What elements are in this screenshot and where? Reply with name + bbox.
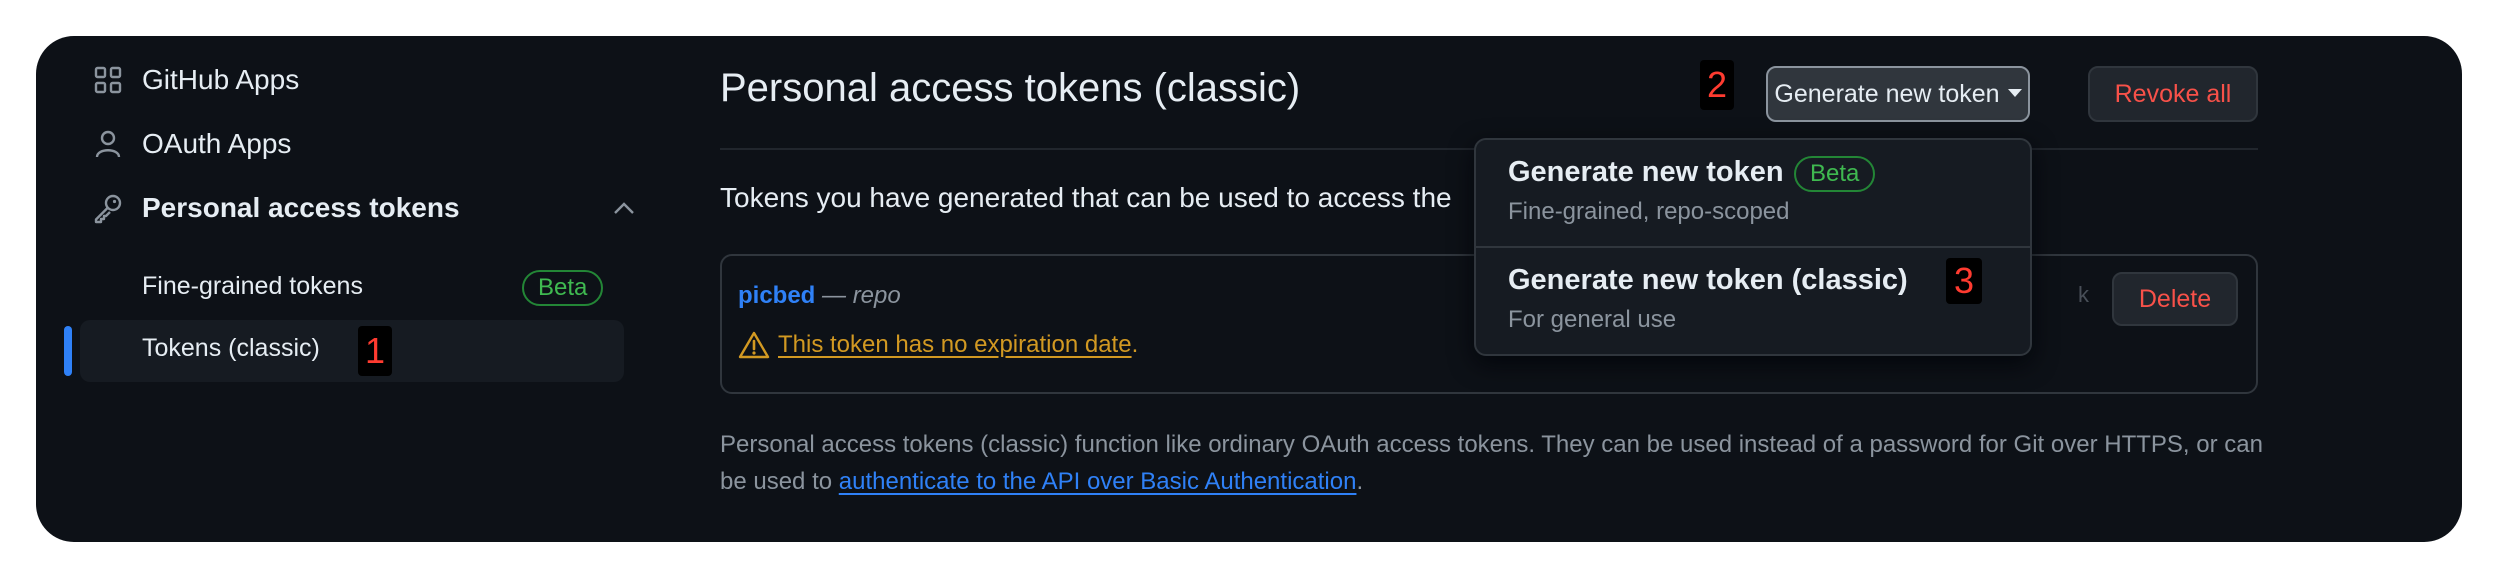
generate-button-label: Generate new token (1774, 80, 2000, 108)
beta-badge: Beta (522, 270, 604, 306)
sidebar-subitem-fine-grained-tokens[interactable]: Fine-grained tokens Beta (80, 258, 624, 320)
key-icon (94, 194, 122, 224)
sidebar-item-personal-access-tokens[interactable]: Personal access tokens (92, 182, 652, 236)
active-indicator (64, 326, 72, 376)
sidebar-item-oauth-apps[interactable]: OAuth Apps (92, 118, 632, 172)
token-name-line: picbed — repo (738, 282, 901, 310)
token-scope: repo (852, 282, 901, 309)
footer-description: Personal access tokens (classic) functio… (720, 426, 2280, 500)
sidebar-item-github-apps[interactable]: GitHub Apps (92, 54, 632, 108)
warning-period: . (1131, 331, 1139, 358)
token-separator: — (815, 282, 853, 309)
dropdown-item-classic[interactable]: Generate new token (classic) For general… (1476, 246, 2030, 352)
sidebar-subitem-label: Tokens (classic) (142, 334, 320, 362)
step-annotation-2: 2 (1700, 60, 1734, 110)
page-title: Personal access tokens (classic) (720, 66, 1301, 110)
basic-auth-link[interactable]: authenticate to the API over Basic Authe… (839, 468, 1357, 495)
chevron-up-icon[interactable] (612, 198, 636, 218)
sidebar-item-label: OAuth Apps (142, 128, 292, 159)
settings-window: GitHub Apps OAuth Apps Personal access t… (36, 36, 2462, 542)
person-icon (95, 130, 121, 158)
revoke-all-button[interactable]: Revoke all (2088, 66, 2258, 122)
dropdown-item-title: Generate new token (1508, 156, 1784, 188)
dropdown-item-subtitle: Fine-grained, repo-scoped (1508, 198, 1790, 225)
expiration-warning-link[interactable]: This token has no expiration date (778, 331, 1132, 359)
step-annotation-3: 3 (1946, 258, 1982, 304)
beta-badge: Beta (1794, 156, 1876, 192)
partially-hidden-text: k (2078, 282, 2089, 307)
step-annotation-1: 1 (358, 326, 392, 376)
sidebar-item-label: Personal access tokens (142, 192, 460, 223)
dropdown-item-subtitle: For general use (1508, 306, 1677, 333)
tokens-description: Tokens you have generated that can be us… (720, 182, 1452, 213)
generate-token-dropdown: Generate new token Beta Fine-grained, re… (1474, 138, 2032, 356)
caret-down-icon (2007, 89, 2022, 98)
sidebar-subitem-tokens-classic[interactable]: Tokens (classic) (80, 320, 624, 382)
token-name-link[interactable]: picbed (738, 282, 815, 309)
delete-token-button[interactable]: Delete (2112, 272, 2238, 326)
sidebar-subitem-label: Fine-grained tokens (142, 272, 363, 300)
dropdown-item-fine-grained[interactable]: Generate new token Beta Fine-grained, re… (1476, 140, 2030, 246)
alert-icon (738, 331, 770, 359)
footer-period: . (1356, 468, 1364, 495)
token-warning: This token has no expiration date. (738, 330, 1138, 360)
apps-grid-icon (94, 66, 122, 94)
dropdown-item-title: Generate new token (classic) (1508, 264, 1908, 296)
sidebar-item-label: GitHub Apps (142, 64, 300, 95)
generate-new-token-button[interactable]: Generate new token (1766, 66, 2030, 122)
